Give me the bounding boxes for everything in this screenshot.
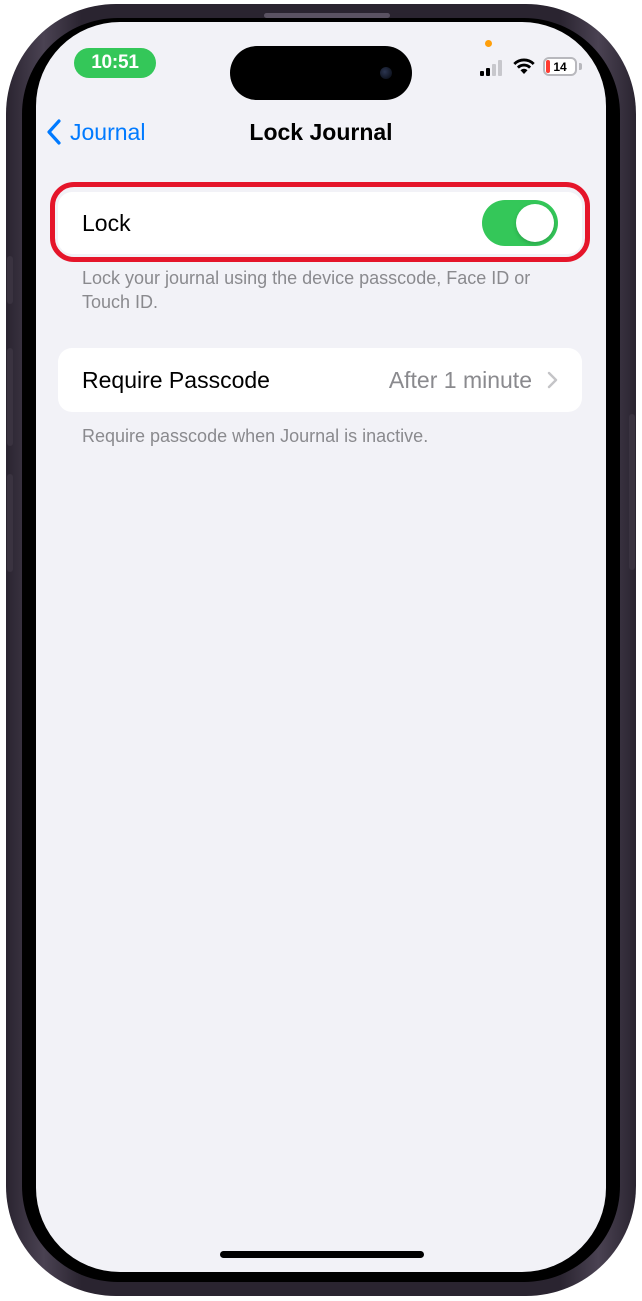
signal-icon xyxy=(480,60,502,76)
battery-level: 14 xyxy=(553,59,567,74)
chevron-left-icon xyxy=(47,119,61,145)
toggle-knob xyxy=(516,204,554,242)
passcode-settings-group: Require Passcode After 1 minute xyxy=(58,348,582,412)
home-indicator[interactable] xyxy=(220,1251,424,1258)
volume-down-button xyxy=(7,474,13,572)
dynamic-island xyxy=(230,46,412,100)
battery-cap xyxy=(579,63,582,70)
require-passcode-row[interactable]: Require Passcode After 1 minute xyxy=(58,348,582,412)
screen: 10:51 14 Journal Lock Journal Lock Lock … xyxy=(36,22,606,1272)
battery-icon: 14 xyxy=(543,57,577,76)
lock-label: Lock xyxy=(82,209,131,236)
privacy-indicator-dot xyxy=(485,40,492,47)
passcode-footnote: Require passcode when Journal is inactiv… xyxy=(82,426,429,446)
back-button[interactable]: Journal xyxy=(46,110,145,154)
status-bar: 10:51 14 xyxy=(36,22,606,102)
lock-footnote: Lock your journal using the device passc… xyxy=(82,268,531,312)
lock-toggle[interactable] xyxy=(482,200,558,246)
volume-up-button xyxy=(7,348,13,446)
lock-row: Lock xyxy=(58,192,582,254)
action-button xyxy=(7,256,13,304)
navigation-bar: Journal Lock Journal xyxy=(36,110,606,154)
require-passcode-value: After 1 minute xyxy=(388,366,532,393)
camera-icon xyxy=(380,67,392,79)
wifi-icon xyxy=(513,58,535,74)
lock-settings-group: Lock xyxy=(58,192,582,254)
battery-fill xyxy=(546,60,551,73)
status-time[interactable]: 10:51 xyxy=(74,48,156,78)
side-button xyxy=(629,414,635,570)
chevron-right-icon xyxy=(547,371,558,389)
require-passcode-label: Require Passcode xyxy=(82,366,270,393)
back-button-label: Journal xyxy=(70,118,146,145)
